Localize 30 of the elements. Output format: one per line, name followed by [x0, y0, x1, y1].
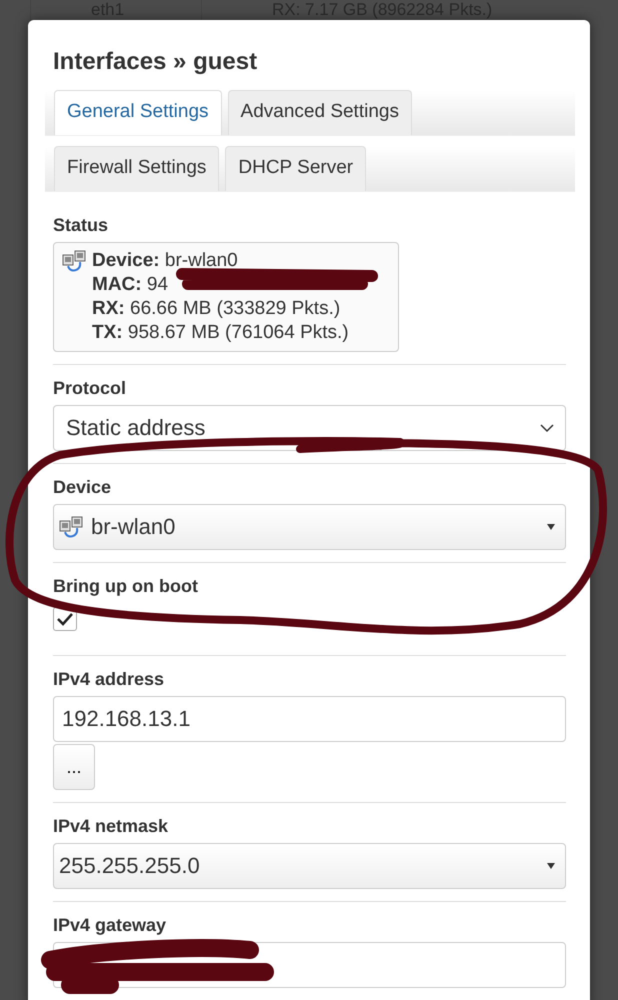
status-line: RX: 66.66 MB (333829 Pkts.) [92, 297, 340, 321]
dropdown-select[interactable]: 255.255.255.0 [53, 843, 566, 889]
field-label: Device [53, 477, 112, 498]
caret-icon [547, 863, 555, 869]
field-label: IPv4 address [53, 669, 164, 690]
dialog-title: Interfaces » guest [53, 48, 258, 76]
select-value: br-wlan0 [91, 514, 176, 540]
field-label: Protocol [53, 378, 126, 399]
status-line: Device: br-wlan0 [92, 249, 238, 273]
field-label: Status [53, 215, 108, 236]
checkbox[interactable] [53, 607, 77, 631]
tab[interactable]: Firewall Settings [54, 146, 220, 191]
chevron-down-icon [539, 423, 555, 433]
field-label: IPv4 netmask [53, 816, 168, 837]
status-line: TX: 958.67 MB (761064 Pkts.) [92, 321, 349, 345]
network-icon [59, 515, 85, 539]
check-icon [56, 612, 74, 626]
caret-icon [547, 524, 555, 530]
dropdown-select[interactable]: br-wlan0 [53, 504, 566, 550]
input-field[interactable]: 192.168.13.1 [53, 696, 566, 742]
network-icon [62, 249, 88, 273]
tab[interactable]: General Settings [54, 90, 222, 135]
field-label: IPv4 gateway [53, 915, 166, 936]
select-value: 255.255.255.0 [59, 853, 200, 879]
tab[interactable]: Advanced Settings [228, 90, 412, 135]
field-label: Bring up on boot [53, 576, 198, 597]
tab[interactable]: DHCP Server [225, 146, 366, 191]
more-button[interactable]: ... [53, 744, 95, 790]
status-line: MAC: 94 [92, 273, 168, 297]
protocol-select[interactable]: Static address [53, 405, 566, 451]
